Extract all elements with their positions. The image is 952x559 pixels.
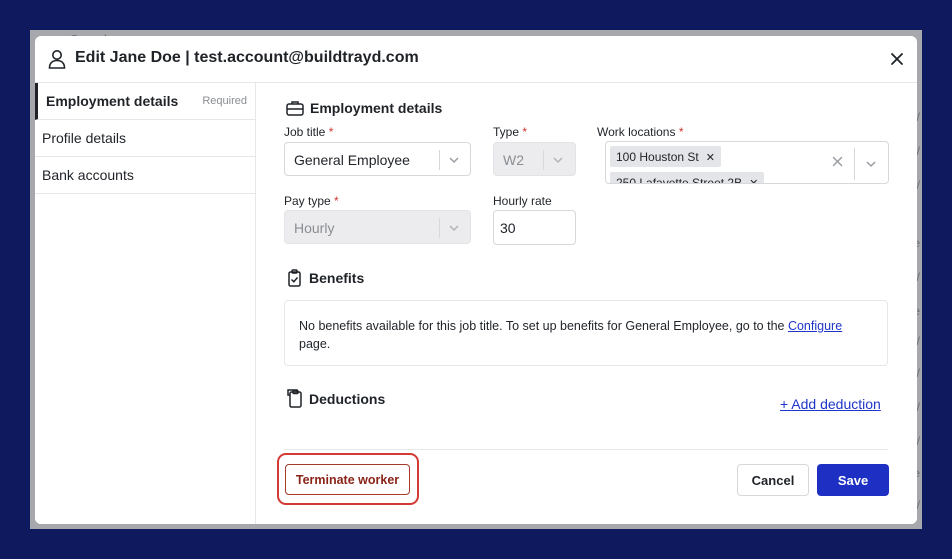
selected-value: General Employee — [294, 152, 410, 168]
pay-type-select[interactable]: Hourly — [284, 210, 471, 244]
employment-section-heading: Employment details — [286, 100, 442, 116]
footer-divider — [284, 449, 888, 450]
section-title: Benefits — [309, 270, 365, 286]
select-separator — [439, 150, 440, 170]
field-label: Work locations — [597, 125, 676, 139]
select-separator — [439, 218, 440, 238]
background-glyph: / — [916, 178, 920, 192]
chevron-down-icon[interactable] — [865, 159, 877, 169]
background-glyph: / — [916, 270, 920, 284]
clipboard-check-icon — [288, 269, 301, 287]
job-title-select[interactable]: General Employee — [284, 142, 471, 176]
modal-title: Edit Jane Doe | test.account@buildtrayd.… — [75, 49, 419, 66]
required-mark: * — [334, 194, 339, 208]
deductions-section-heading: Deductions — [286, 389, 385, 408]
sidebar-item-label: Employment details — [46, 93, 179, 109]
background-glyph: / — [916, 334, 920, 348]
location-chip: 250 Lafayette Street 2B ✕ — [610, 172, 765, 184]
required-mark: * — [522, 125, 528, 139]
documents-icon — [287, 389, 302, 408]
remove-chip-icon[interactable]: ✕ — [749, 178, 758, 183]
cancel-button[interactable]: Cancel — [737, 464, 809, 496]
sidebar-nav: Employment details Required Profile deta… — [35, 83, 256, 524]
background-glyph: / — [916, 498, 920, 512]
benefits-message-suffix: page. — [299, 337, 331, 351]
sidebar-item-label: Bank accounts — [42, 167, 134, 183]
sidebar-item-employment-details[interactable]: Employment details Required — [35, 83, 255, 120]
hourly-rate-label: Hourly rate — [493, 194, 552, 208]
job-title-label: Job title * — [284, 125, 333, 139]
pay-type-label: Pay type * — [284, 194, 339, 208]
required-mark: * — [678, 125, 684, 139]
close-icon[interactable] — [889, 51, 905, 67]
background-glyph: / — [916, 400, 920, 414]
remove-chip-icon[interactable]: ✕ — [706, 152, 715, 164]
hourly-rate-input[interactable] — [493, 210, 576, 245]
sidebar-item-bank-accounts[interactable]: Bank accounts — [35, 157, 255, 194]
section-title: Employment details — [310, 100, 443, 116]
benefits-section-heading: Benefits — [286, 269, 364, 287]
background-glyph: / — [916, 366, 920, 380]
work-locations-label: Work locations * — [597, 125, 684, 139]
user-icon — [48, 50, 66, 69]
edit-worker-modal: Edit Jane Doe | test.account@buildtrayd.… — [35, 36, 917, 524]
chevron-down-icon — [553, 157, 563, 164]
type-label: Type * — [493, 125, 527, 139]
select-separator — [543, 150, 544, 170]
field-label: Pay type — [284, 194, 331, 208]
chip-label: 100 Houston St — [616, 150, 699, 164]
field-label: Job title — [284, 125, 326, 139]
chevron-down-icon — [449, 225, 459, 232]
save-button[interactable]: Save — [817, 464, 889, 496]
field-label: Type — [493, 125, 520, 139]
selected-value: Hourly — [294, 220, 335, 236]
work-locations-multiselect[interactable]: 100 Houston St ✕ 250 Lafayette Street 2B ✕ — [605, 141, 889, 184]
add-deduction-link[interactable]: + Add deduction — [780, 396, 881, 412]
configure-link[interactable]: Configure — [788, 319, 842, 333]
background-glyph: / — [916, 110, 920, 124]
section-title: Deductions — [309, 390, 386, 407]
main-content: Employment details Job title * General E… — [257, 83, 917, 524]
sidebar-item-label: Profile details — [42, 130, 127, 146]
briefcase-icon — [286, 101, 304, 116]
field-label: Hourly rate — [493, 194, 552, 208]
clear-icon[interactable] — [832, 156, 843, 167]
chip-label: 250 Lafayette Street 2B — [616, 176, 743, 184]
required-mark: * — [328, 125, 334, 139]
sidebar-item-profile-details[interactable]: Profile details — [35, 120, 255, 157]
terminate-worker-button[interactable]: Terminate worker — [285, 464, 410, 495]
chevron-down-icon[interactable] — [448, 155, 460, 165]
benefits-message: No benefits available for this job title… — [299, 319, 785, 333]
benefits-info-box: No benefits available for this job title… — [284, 300, 888, 366]
select-separator — [854, 148, 855, 180]
type-select[interactable]: W2 — [493, 142, 576, 176]
selected-value: W2 — [503, 152, 524, 168]
required-badge: Required — [202, 95, 247, 107]
modal-header: Edit Jane Doe | test.account@buildtrayd.… — [35, 36, 917, 83]
background-glyph: / — [916, 434, 920, 448]
location-chip: 100 Houston St ✕ — [610, 146, 721, 167]
background-glyph: / — [916, 144, 920, 158]
